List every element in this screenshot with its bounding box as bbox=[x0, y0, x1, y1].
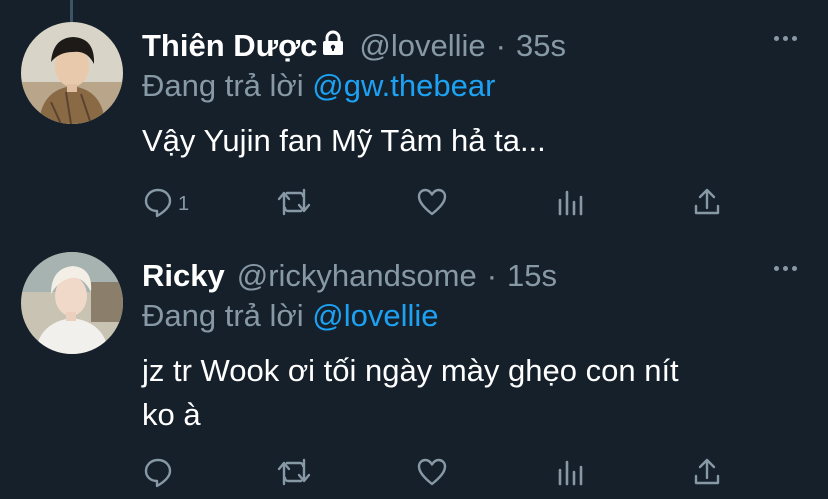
lock-icon bbox=[321, 28, 345, 64]
reply-icon bbox=[142, 456, 174, 493]
retweet-icon bbox=[276, 456, 312, 493]
tweet-actions bbox=[142, 456, 722, 490]
thread-connector-line bbox=[70, 0, 73, 22]
share-icon bbox=[691, 456, 723, 493]
analytics-button[interactable] bbox=[554, 456, 586, 493]
user-handle[interactable]: @rickyhandsome bbox=[237, 258, 477, 294]
avatar-thien-duoc[interactable] bbox=[21, 22, 123, 124]
display-name[interactable]: Thiên Dược bbox=[142, 28, 317, 64]
tweet-text: jz tr Wook ơi tối ngày mày ghẹo con nít … bbox=[142, 349, 812, 437]
display-name[interactable]: Ricky bbox=[142, 258, 225, 294]
tweet-text-line: ko à bbox=[142, 397, 201, 432]
tweet-actions: 1 bbox=[142, 186, 722, 220]
tweet-text-line: Vậy Yujin fan Mỹ Tâm hả ta... bbox=[142, 123, 546, 158]
user-handle[interactable]: @lovellie bbox=[359, 28, 485, 64]
separator-dot: · bbox=[495, 28, 506, 63]
like-button[interactable] bbox=[416, 456, 448, 493]
like-icon bbox=[416, 456, 448, 493]
analytics-icon bbox=[554, 186, 586, 223]
like-icon bbox=[416, 186, 448, 223]
replying-to-line: Đang trả lời @gw.thebear bbox=[142, 68, 495, 104]
timestamp[interactable]: 15s bbox=[507, 258, 557, 294]
reply-button[interactable] bbox=[142, 456, 178, 493]
like-button[interactable] bbox=[416, 186, 448, 223]
replying-to-mention[interactable]: @lovellie bbox=[312, 298, 438, 333]
retweet-button[interactable] bbox=[276, 186, 312, 223]
tweet-1[interactable]: Thiên Dược @lovellie · 35s Đang trả lời … bbox=[0, 22, 828, 222]
share-button[interactable] bbox=[691, 456, 723, 493]
retweet-button[interactable] bbox=[276, 456, 312, 493]
reply-button[interactable]: 1 bbox=[142, 186, 189, 223]
tweet-header: Ricky @rickyhandsome · 15s bbox=[142, 256, 557, 296]
replying-to-label: Đang trả lời bbox=[142, 68, 304, 103]
tweet-2[interactable]: Ricky @rickyhandsome · 15s Đang trả lời … bbox=[0, 252, 828, 499]
tweet-header: Thiên Dược @lovellie · 35s bbox=[142, 26, 566, 66]
replying-to-line: Đang trả lời @lovellie bbox=[142, 298, 439, 334]
share-icon bbox=[691, 186, 723, 223]
avatar-ricky[interactable] bbox=[21, 252, 123, 354]
replying-to-label: Đang trả lời bbox=[142, 298, 304, 333]
share-button[interactable] bbox=[691, 186, 723, 223]
more-icon[interactable] bbox=[774, 266, 797, 271]
analytics-button[interactable] bbox=[554, 186, 586, 223]
timestamp[interactable]: 35s bbox=[516, 28, 566, 64]
tweet-text-line: jz tr Wook ơi tối ngày mày ghẹo con nít bbox=[142, 353, 679, 388]
retweet-icon bbox=[276, 186, 312, 223]
tweet-text: Vậy Yujin fan Mỹ Tâm hả ta... bbox=[142, 119, 812, 163]
reply-count: 1 bbox=[178, 193, 190, 215]
more-icon[interactable] bbox=[774, 36, 797, 41]
replying-to-mention[interactable]: @gw.thebear bbox=[312, 68, 495, 103]
separator-dot: · bbox=[486, 258, 498, 293]
reply-icon bbox=[142, 186, 174, 223]
analytics-icon bbox=[554, 456, 586, 493]
